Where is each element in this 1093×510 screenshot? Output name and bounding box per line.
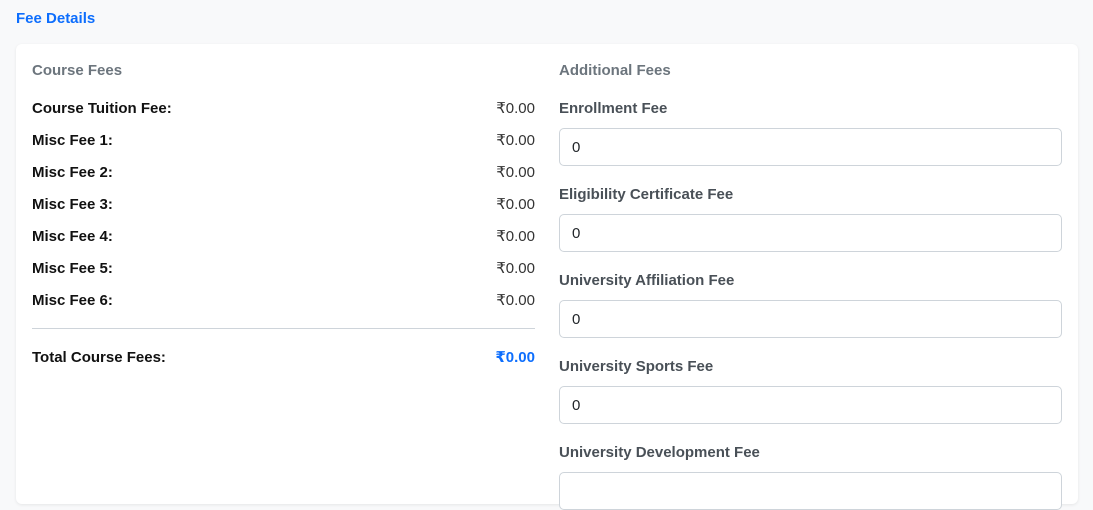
- additional-fees-title: Additional Fees: [559, 62, 671, 79]
- enrollment-fee-label: Enrollment Fee: [559, 100, 668, 117]
- fee-label: Course Tuition Fee:: [32, 99, 172, 117]
- total-label: Total Course Fees:: [32, 348, 166, 366]
- enrollment-fee-input[interactable]: [559, 128, 1062, 166]
- fee-row-misc-2: Misc Fee 2: ₹0.00: [32, 162, 535, 182]
- fee-label: Misc Fee 5:: [32, 259, 113, 277]
- university-development-fee-input[interactable]: [559, 472, 1062, 510]
- fee-row-tuition: Course Tuition Fee: ₹0.00: [32, 98, 535, 118]
- fee-value: ₹0.00: [496, 228, 535, 245]
- eligibility-certificate-fee-label: Eligibility Certificate Fee: [559, 186, 734, 203]
- fee-label: Misc Fee 3:: [32, 195, 113, 213]
- fee-value: ₹0.00: [496, 260, 535, 277]
- fee-value: ₹0.00: [496, 100, 535, 117]
- fee-details-link[interactable]: Fee Details: [16, 10, 95, 27]
- fee-row-misc-4: Misc Fee 4: ₹0.00: [32, 226, 535, 246]
- divider: [32, 328, 535, 329]
- fee-label: Misc Fee 1:: [32, 131, 113, 149]
- eligibility-certificate-fee-input[interactable]: [559, 214, 1062, 252]
- fee-row-misc-6: Misc Fee 6: ₹0.00: [32, 290, 535, 310]
- fee-label: Misc Fee 4:: [32, 227, 113, 245]
- total-value: ₹0.00: [495, 349, 535, 366]
- university-affiliation-fee-input[interactable]: [559, 300, 1062, 338]
- fee-value: ₹0.00: [496, 164, 535, 181]
- university-development-fee-label: University Development Fee: [559, 444, 760, 461]
- fee-row-misc-1: Misc Fee 1: ₹0.00: [32, 130, 535, 150]
- university-affiliation-fee-label: University Affiliation Fee: [559, 272, 735, 289]
- course-fees-title: Course Fees: [32, 62, 123, 79]
- fee-value: ₹0.00: [496, 132, 535, 149]
- fee-value: ₹0.00: [496, 196, 535, 213]
- total-course-fees-row: Total Course Fees: ₹0.00: [32, 347, 535, 367]
- university-sports-fee-label: University Sports Fee: [559, 358, 714, 375]
- fee-row-misc-5: Misc Fee 5: ₹0.00: [32, 258, 535, 278]
- fee-label: Misc Fee 6:: [32, 291, 113, 309]
- fee-label: Misc Fee 2:: [32, 163, 113, 181]
- university-sports-fee-input[interactable]: [559, 386, 1062, 424]
- fee-row-misc-3: Misc Fee 3: ₹0.00: [32, 194, 535, 214]
- fee-card: Course Fees Course Tuition Fee: ₹0.00 Mi…: [16, 44, 1078, 510]
- fee-value: ₹0.00: [496, 292, 535, 309]
